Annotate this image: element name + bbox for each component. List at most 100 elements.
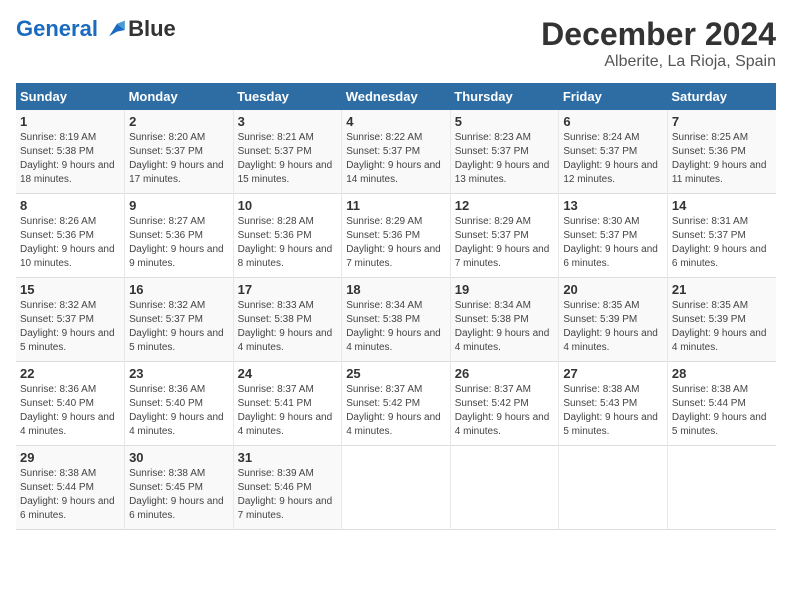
- day-info: Sunrise: 8:35 AM Sunset: 5:39 PM Dayligh…: [563, 299, 663, 355]
- day-number: 24: [238, 366, 338, 381]
- day-number: 23: [129, 366, 229, 381]
- header-row: Sunday Monday Tuesday Wednesday Thursday…: [16, 83, 776, 110]
- day-info: Sunrise: 8:29 AM Sunset: 5:36 PM Dayligh…: [346, 215, 446, 271]
- day-cell: 23 Sunrise: 8:36 AM Sunset: 5:40 PM Dayl…: [125, 362, 234, 446]
- day-info: Sunrise: 8:24 AM Sunset: 5:37 PM Dayligh…: [563, 131, 663, 187]
- day-cell: 11 Sunrise: 8:29 AM Sunset: 5:36 PM Dayl…: [342, 194, 451, 278]
- day-info: Sunrise: 8:25 AM Sunset: 5:36 PM Dayligh…: [672, 131, 772, 187]
- day-number: 30: [129, 450, 229, 465]
- day-info: Sunrise: 8:29 AM Sunset: 5:37 PM Dayligh…: [455, 215, 555, 271]
- day-cell: 12 Sunrise: 8:29 AM Sunset: 5:37 PM Dayl…: [450, 194, 559, 278]
- day-info: Sunrise: 8:27 AM Sunset: 5:36 PM Dayligh…: [129, 215, 229, 271]
- day-cell: [342, 446, 451, 530]
- day-info: Sunrise: 8:28 AM Sunset: 5:36 PM Dayligh…: [238, 215, 338, 271]
- week-row-2: 8 Sunrise: 8:26 AM Sunset: 5:36 PM Dayli…: [16, 194, 776, 278]
- day-number: 17: [238, 282, 338, 297]
- day-number: 2: [129, 114, 229, 129]
- week-row-3: 15 Sunrise: 8:32 AM Sunset: 5:37 PM Dayl…: [16, 278, 776, 362]
- col-thursday: Thursday: [450, 83, 559, 110]
- day-info: Sunrise: 8:22 AM Sunset: 5:37 PM Dayligh…: [346, 131, 446, 187]
- day-cell: 25 Sunrise: 8:37 AM Sunset: 5:42 PM Dayl…: [342, 362, 451, 446]
- day-cell: 6 Sunrise: 8:24 AM Sunset: 5:37 PM Dayli…: [559, 110, 668, 194]
- day-cell: 13 Sunrise: 8:30 AM Sunset: 5:37 PM Dayl…: [559, 194, 668, 278]
- col-monday: Monday: [125, 83, 234, 110]
- day-number: 10: [238, 198, 338, 213]
- day-cell: [450, 446, 559, 530]
- logo: General Blue: [16, 16, 176, 42]
- day-cell: 19 Sunrise: 8:34 AM Sunset: 5:38 PM Dayl…: [450, 278, 559, 362]
- logo-text-blue: Blue: [128, 16, 176, 41]
- day-number: 3: [238, 114, 338, 129]
- day-cell: [559, 446, 668, 530]
- day-info: Sunrise: 8:34 AM Sunset: 5:38 PM Dayligh…: [346, 299, 446, 355]
- day-number: 31: [238, 450, 338, 465]
- day-cell: 22 Sunrise: 8:36 AM Sunset: 5:40 PM Dayl…: [16, 362, 125, 446]
- week-row-1: 1 Sunrise: 8:19 AM Sunset: 5:38 PM Dayli…: [16, 110, 776, 194]
- day-info: Sunrise: 8:39 AM Sunset: 5:46 PM Dayligh…: [238, 467, 338, 523]
- day-info: Sunrise: 8:38 AM Sunset: 5:43 PM Dayligh…: [563, 383, 663, 439]
- day-cell: 28 Sunrise: 8:38 AM Sunset: 5:44 PM Dayl…: [667, 362, 776, 446]
- day-cell: 5 Sunrise: 8:23 AM Sunset: 5:37 PM Dayli…: [450, 110, 559, 194]
- day-cell: 26 Sunrise: 8:37 AM Sunset: 5:42 PM Dayl…: [450, 362, 559, 446]
- day-info: Sunrise: 8:31 AM Sunset: 5:37 PM Dayligh…: [672, 215, 772, 271]
- day-cell: 27 Sunrise: 8:38 AM Sunset: 5:43 PM Dayl…: [559, 362, 668, 446]
- day-cell: 31 Sunrise: 8:39 AM Sunset: 5:46 PM Dayl…: [233, 446, 342, 530]
- day-number: 7: [672, 114, 772, 129]
- day-info: Sunrise: 8:38 AM Sunset: 5:44 PM Dayligh…: [20, 467, 120, 523]
- day-number: 16: [129, 282, 229, 297]
- col-wednesday: Wednesday: [342, 83, 451, 110]
- col-sunday: Sunday: [16, 83, 125, 110]
- month-title: December 2024: [541, 16, 776, 53]
- day-info: Sunrise: 8:26 AM Sunset: 5:36 PM Dayligh…: [20, 215, 120, 271]
- day-info: Sunrise: 8:23 AM Sunset: 5:37 PM Dayligh…: [455, 131, 555, 187]
- day-cell: 7 Sunrise: 8:25 AM Sunset: 5:36 PM Dayli…: [667, 110, 776, 194]
- day-number: 19: [455, 282, 555, 297]
- day-number: 18: [346, 282, 446, 297]
- day-info: Sunrise: 8:38 AM Sunset: 5:45 PM Dayligh…: [129, 467, 229, 523]
- day-number: 1: [20, 114, 120, 129]
- location-title: Alberite, La Rioja, Spain: [541, 53, 776, 71]
- day-info: Sunrise: 8:35 AM Sunset: 5:39 PM Dayligh…: [672, 299, 772, 355]
- day-number: 21: [672, 282, 772, 297]
- title-block: December 2024 Alberite, La Rioja, Spain: [541, 16, 776, 71]
- day-info: Sunrise: 8:36 AM Sunset: 5:40 PM Dayligh…: [20, 383, 120, 439]
- day-cell: 29 Sunrise: 8:38 AM Sunset: 5:44 PM Dayl…: [16, 446, 125, 530]
- day-info: Sunrise: 8:36 AM Sunset: 5:40 PM Dayligh…: [129, 383, 229, 439]
- day-info: Sunrise: 8:33 AM Sunset: 5:38 PM Dayligh…: [238, 299, 338, 355]
- day-number: 4: [346, 114, 446, 129]
- day-info: Sunrise: 8:38 AM Sunset: 5:44 PM Dayligh…: [672, 383, 772, 439]
- day-cell: 8 Sunrise: 8:26 AM Sunset: 5:36 PM Dayli…: [16, 194, 125, 278]
- calendar-table: Sunday Monday Tuesday Wednesday Thursday…: [16, 83, 776, 530]
- day-info: Sunrise: 8:32 AM Sunset: 5:37 PM Dayligh…: [129, 299, 229, 355]
- day-cell: 9 Sunrise: 8:27 AM Sunset: 5:36 PM Dayli…: [125, 194, 234, 278]
- day-info: Sunrise: 8:34 AM Sunset: 5:38 PM Dayligh…: [455, 299, 555, 355]
- day-cell: 24 Sunrise: 8:37 AM Sunset: 5:41 PM Dayl…: [233, 362, 342, 446]
- day-number: 20: [563, 282, 663, 297]
- col-saturday: Saturday: [667, 83, 776, 110]
- day-info: Sunrise: 8:20 AM Sunset: 5:37 PM Dayligh…: [129, 131, 229, 187]
- day-info: Sunrise: 8:19 AM Sunset: 5:38 PM Dayligh…: [20, 131, 120, 187]
- day-number: 22: [20, 366, 120, 381]
- day-info: Sunrise: 8:37 AM Sunset: 5:41 PM Dayligh…: [238, 383, 338, 439]
- day-cell: 20 Sunrise: 8:35 AM Sunset: 5:39 PM Dayl…: [559, 278, 668, 362]
- day-number: 5: [455, 114, 555, 129]
- day-cell: 21 Sunrise: 8:35 AM Sunset: 5:39 PM Dayl…: [667, 278, 776, 362]
- day-cell: 30 Sunrise: 8:38 AM Sunset: 5:45 PM Dayl…: [125, 446, 234, 530]
- day-number: 27: [563, 366, 663, 381]
- day-number: 15: [20, 282, 120, 297]
- col-friday: Friday: [559, 83, 668, 110]
- logo-bird-icon: [106, 19, 128, 41]
- logo-text-general: General: [16, 16, 98, 41]
- day-number: 25: [346, 366, 446, 381]
- day-number: 28: [672, 366, 772, 381]
- day-number: 6: [563, 114, 663, 129]
- day-cell: [667, 446, 776, 530]
- day-info: Sunrise: 8:37 AM Sunset: 5:42 PM Dayligh…: [346, 383, 446, 439]
- day-info: Sunrise: 8:30 AM Sunset: 5:37 PM Dayligh…: [563, 215, 663, 271]
- day-number: 29: [20, 450, 120, 465]
- day-number: 14: [672, 198, 772, 213]
- day-number: 8: [20, 198, 120, 213]
- day-number: 12: [455, 198, 555, 213]
- day-cell: 10 Sunrise: 8:28 AM Sunset: 5:36 PM Dayl…: [233, 194, 342, 278]
- day-number: 26: [455, 366, 555, 381]
